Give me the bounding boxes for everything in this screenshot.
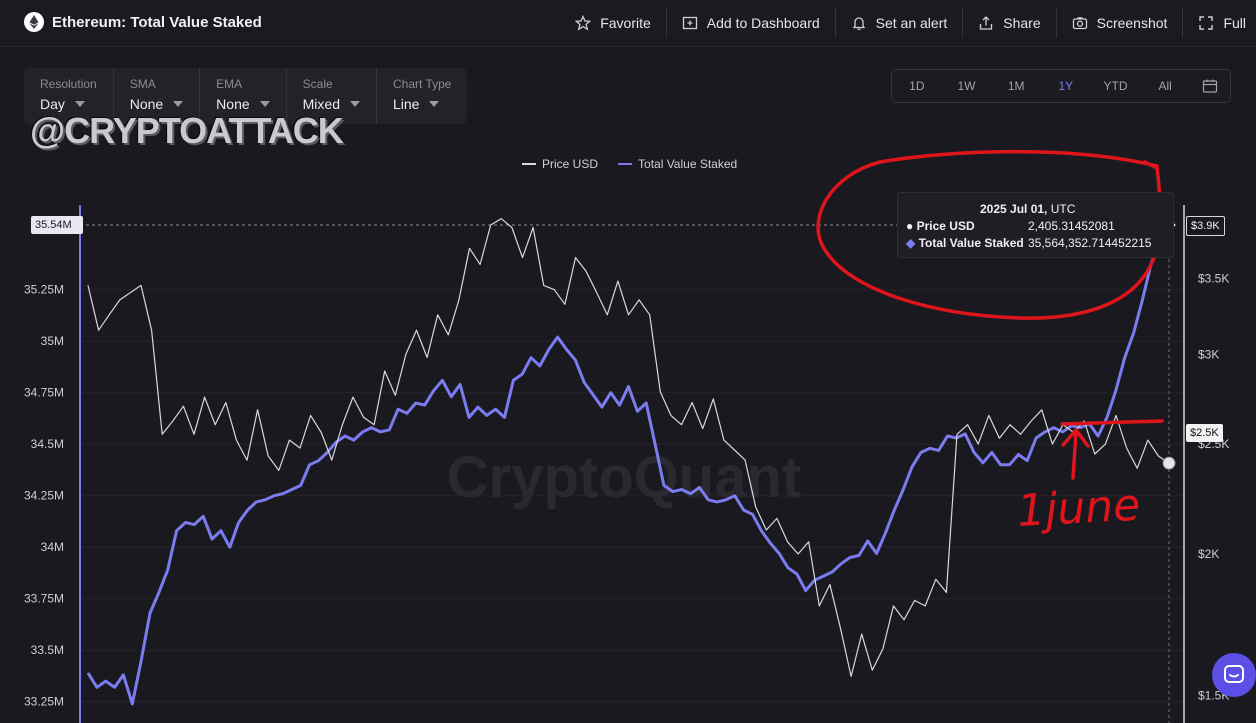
tooltip-date-value: 2025 Jul 01, xyxy=(980,202,1048,216)
chart-type-select[interactable]: Chart Type Line xyxy=(377,68,467,124)
chevron-down-icon xyxy=(74,101,85,107)
chevron-down-icon xyxy=(350,101,360,107)
chat-help-button[interactable] xyxy=(1212,653,1256,697)
series-end-marker-price xyxy=(1162,456,1176,470)
left-axis-ticks: 33.25M 33.5M 33.75M 34M 34.25M 34.5M 34.75M 35M… xyxy=(24,283,64,709)
left-axis-current-badge: 35.54M xyxy=(31,216,83,234)
range-selector: 1D 1W 1M 1Y YTD All xyxy=(891,69,1231,103)
tooltip-tvs-value: 35,564,352.714452215 xyxy=(1028,236,1152,250)
scale-label: Scale xyxy=(302,77,333,91)
tooltip-price-label: Price USD xyxy=(916,219,975,233)
calendar-icon xyxy=(1202,79,1218,93)
ema-label: EMA xyxy=(216,77,243,91)
tooltip-row-price: ● Price USD xyxy=(906,219,975,233)
legend-label-price: Price USD xyxy=(542,157,599,171)
tooltip-row-tvs: ◆ Total Value Staked xyxy=(906,236,1024,250)
chat-icon xyxy=(1224,665,1244,683)
chart-type-value: Line xyxy=(393,96,420,112)
chevron-down-icon xyxy=(429,101,440,107)
left-tick-label: 34.5M xyxy=(31,437,64,451)
range-1y[interactable]: 1Y xyxy=(1041,79,1091,93)
range-ytd[interactable]: YTD xyxy=(1091,79,1141,93)
annotation-line xyxy=(1060,419,1164,426)
tooltip-price-value: 2,405.31452081 xyxy=(1028,219,1115,233)
right-axis-top-badge: $3.9K xyxy=(1186,216,1225,236)
range-all[interactable]: All xyxy=(1140,79,1190,93)
chevron-down-icon xyxy=(173,101,184,107)
diamond-icon: ◆ xyxy=(906,236,919,250)
chart-tooltip: 2025 Jul 01, UTC ● Price USD 2,405.31452… xyxy=(897,192,1174,258)
tooltip-tvs-label: Total Value Staked xyxy=(918,236,1024,250)
calendar-button[interactable] xyxy=(1190,78,1230,94)
right-axis-ticks: $1.5K$2K$2.5K$3K$3.5K xyxy=(1198,271,1229,702)
left-tick-label: 35M xyxy=(41,334,64,348)
right-tick-label: $3.5K xyxy=(1198,271,1229,285)
tooltip-date: 2025 Jul 01, UTC xyxy=(980,202,1075,216)
range-1m[interactable]: 1M xyxy=(991,79,1041,93)
resolution-label: Resolution xyxy=(40,77,97,91)
legend-swatch-price xyxy=(522,163,536,165)
legend-swatch-tvs xyxy=(618,163,633,165)
sma-label: SMA xyxy=(129,77,156,91)
legend-item-price[interactable]: Price USD xyxy=(522,157,598,171)
left-tick-label: 34.25M xyxy=(24,489,64,503)
range-1d[interactable]: 1D xyxy=(892,79,942,93)
chevron-down-icon xyxy=(259,101,270,107)
left-tick-label: 33.75M xyxy=(24,592,64,606)
legend-label-tvs: Total Value Staked xyxy=(638,157,738,171)
user-handle-watermark: @CRYPTOATTACK xyxy=(30,110,344,151)
chart-type-label: Chart Type xyxy=(393,77,452,91)
right-axis-current-badge: $2.5K xyxy=(1186,424,1223,442)
annotation-arrow xyxy=(1061,428,1090,480)
left-tick-label: 33.5M xyxy=(31,643,64,657)
annotation-text: 1june xyxy=(1016,480,1142,537)
left-tick-label: 34M xyxy=(41,540,64,554)
legend-item-tvs[interactable]: Total Value Staked xyxy=(618,157,737,171)
right-tick-label: $2K xyxy=(1198,547,1219,561)
range-1w[interactable]: 1W xyxy=(942,79,992,93)
left-tick-label: 35.25M xyxy=(24,283,64,297)
bullet-icon: ● xyxy=(906,219,917,233)
left-tick-label: 34.75M xyxy=(24,386,64,400)
left-tick-label: 33.25M xyxy=(24,695,64,709)
right-tick-label: $3K xyxy=(1198,347,1219,361)
chart-legend: Price USD Total Value Staked xyxy=(522,157,757,171)
cryptoquant-watermark: CryptoQuant xyxy=(447,445,801,510)
tooltip-timezone: UTC xyxy=(1050,202,1076,216)
